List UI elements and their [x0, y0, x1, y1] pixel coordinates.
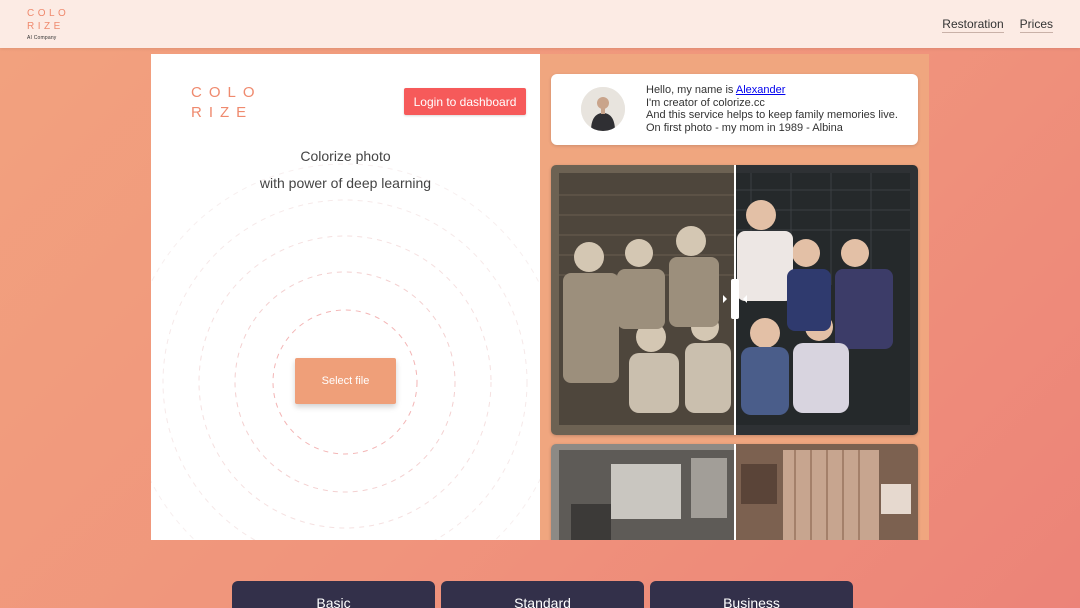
creator-line-2: I'm creator of colorize.cc [646, 96, 765, 109]
plan-title: Business [723, 595, 780, 608]
avatar [581, 87, 625, 131]
main-card: COLO RIZE Login to dashboard Colorize ph… [151, 54, 929, 540]
logo-tagline: AI Company [27, 35, 57, 41]
nav-links: Restoration Prices [942, 17, 1053, 33]
plan-card-business[interactable]: Business [650, 581, 853, 608]
logo[interactable]: COLO RIZE AI Company [27, 7, 69, 42]
compare-slider-handle[interactable] [731, 279, 739, 319]
upload-rings-decoration [151, 163, 540, 540]
headline: Colorize photo [300, 148, 391, 164]
creator-card: Hello, my name is Alexander I'm creator … [551, 74, 918, 145]
logo-line-2: RIZE [27, 21, 64, 32]
plan-card-basic[interactable]: Basic [232, 581, 435, 608]
creator-line-4: On first photo - my mom in 1989 - Albina [646, 121, 843, 134]
plan-title: Standard [514, 595, 571, 608]
nav-link-restoration[interactable]: Restoration [942, 17, 1004, 33]
logo-line-1: COLO [27, 8, 70, 19]
before-after-image [551, 165, 918, 435]
creator-intro-prefix: Hello, my name is [646, 84, 736, 96]
subheadline: with power of deep learning [259, 175, 432, 191]
before-after-image-2 [551, 444, 918, 540]
showcase-panel: Hello, my name is Alexander I'm creator … [540, 54, 929, 540]
creator-bio: Hello, my name is Alexander I'm creator … [646, 84, 898, 134]
creator-intro-line: Hello, my name is Alexander [646, 84, 898, 97]
top-navbar: COLO RIZE AI Company Restoration Prices [0, 0, 1080, 48]
panel-logo: COLO RIZE [191, 83, 262, 123]
plan-title: Basic [316, 595, 351, 608]
select-file-button[interactable]: Select file [295, 358, 396, 404]
panel-logo-line-1: COLO [191, 84, 262, 101]
nav-link-prices[interactable]: Prices [1019, 17, 1053, 33]
before-after-photo[interactable] [551, 165, 918, 435]
upload-panel: COLO RIZE Login to dashboard Colorize ph… [151, 54, 540, 540]
creator-line-3: And this service helps to keep family me… [646, 109, 898, 121]
plan-card-standard[interactable]: Standard [441, 581, 644, 608]
person-icon [581, 87, 625, 131]
panel-logo-line-2: RIZE [191, 104, 254, 121]
login-dashboard-button[interactable]: Login to dashboard [404, 88, 526, 115]
before-after-photo-2[interactable] [551, 444, 918, 540]
creator-name-link[interactable]: Alexander [736, 84, 786, 96]
